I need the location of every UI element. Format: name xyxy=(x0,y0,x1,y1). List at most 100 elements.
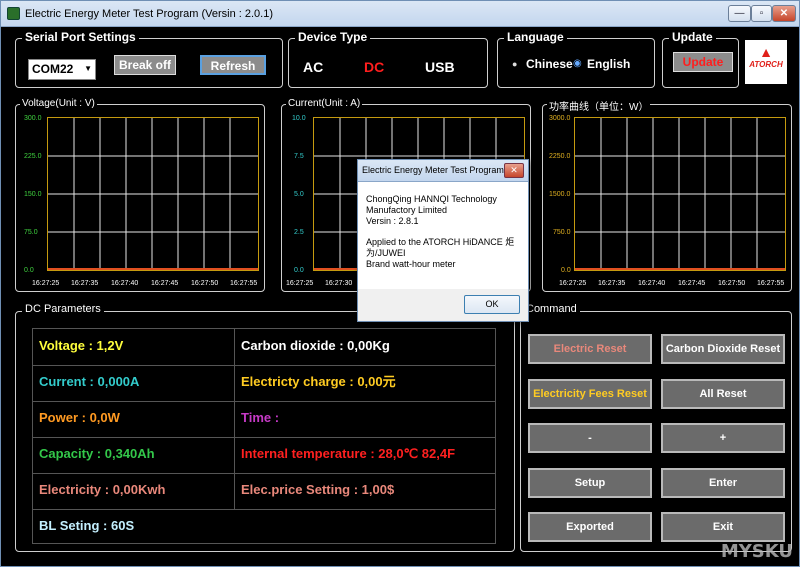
radio-chinese[interactable]: ● xyxy=(512,59,517,69)
device-dc[interactable]: DC xyxy=(364,59,384,75)
language-label: Language xyxy=(504,30,567,44)
voltage-xtick: 16:27:25 xyxy=(32,280,60,287)
power-chart: 功率曲线（单位：W） 3000.0 2250.0 1500.0 750.0 0.… xyxy=(542,98,792,292)
serial-port-label: Serial Port Settings xyxy=(22,30,139,44)
dialog-line: Versin : 2.8.1 xyxy=(366,216,419,226)
current-xtick: 16:27:25 xyxy=(286,280,314,287)
minimize-button[interactable]: — xyxy=(728,5,751,22)
logo-text: ATORCH xyxy=(749,60,783,69)
voltage-xtick: 16:27:35 xyxy=(71,280,99,287)
dialog-ok-button[interactable]: OK xyxy=(464,295,520,314)
electricity-value: Electricity : 0,00Kwh xyxy=(39,482,166,497)
power-grid xyxy=(575,118,785,270)
dc-parameter-table: Voltage : 1,2V Carbon dioxide : 0,00Kg C… xyxy=(32,328,496,544)
current-ytick: 2.5 xyxy=(294,229,304,236)
com-port-value: COM22 xyxy=(32,62,74,76)
plus-button[interactable]: + xyxy=(661,423,785,453)
power-chart-title: 功率曲线（单位：W） xyxy=(547,98,651,113)
capacity-value: Capacity : 0,340Ah xyxy=(39,446,155,461)
current-chart-title: Current(Unit : A) xyxy=(286,98,363,109)
update-label: Update xyxy=(669,30,716,44)
app-icon xyxy=(7,7,20,20)
current-ytick: 7.5 xyxy=(294,153,304,160)
exported-button[interactable]: Exported xyxy=(528,512,652,542)
title-bar: Electric Energy Meter Test Program (Vers… xyxy=(1,1,799,27)
electric-reset-button[interactable]: Electric Reset xyxy=(528,334,652,364)
voltage-ytick: 150.0 xyxy=(24,191,42,198)
watermark: MYSKU xyxy=(720,541,793,562)
temperature-value: Internal temperature : 28,0℃ 82,4F xyxy=(241,446,456,461)
dialog-line: Applied to the ATORCH HiDANCE 炬 xyxy=(366,237,515,247)
setup-button[interactable]: Setup xyxy=(528,468,652,498)
chinese-label: Chinese xyxy=(526,57,573,71)
power-ytick: 3000.0 xyxy=(549,115,571,122)
power-plot-area xyxy=(574,117,786,271)
co2-value: Carbon dioxide : 0,00Kg xyxy=(241,338,390,353)
close-button[interactable]: ✕ xyxy=(772,5,796,22)
voltage-ytick: 0.0 xyxy=(24,267,34,274)
update-button[interactable]: Update xyxy=(673,52,733,72)
dialog-title-bar: Electric Energy Meter Test Program ✕ xyxy=(358,160,528,182)
english-label: English xyxy=(587,57,631,71)
current-ytick: 10.0 xyxy=(292,115,306,122)
voltage-chart: Voltage(Unit : V) 300.0 225.0 150.0 75.0… xyxy=(15,98,265,292)
voltage-xtick: 16:27:55 xyxy=(230,280,258,287)
power-xtick: 16:27:25 xyxy=(559,280,587,287)
power-value: Power : 0,0W xyxy=(39,410,120,425)
voltage-ytick: 75.0 xyxy=(24,229,38,236)
refresh-button[interactable]: Refresh xyxy=(200,55,266,75)
serial-port-group: Serial Port Settings COM22 ▼ Break off R… xyxy=(15,30,283,88)
voltage-ytick: 300.0 xyxy=(24,115,42,122)
window-title: Electric Energy Meter Test Program (Vers… xyxy=(25,8,273,20)
exit-button[interactable]: Exit xyxy=(661,512,785,542)
current-ytick: 0.0 xyxy=(294,267,304,274)
power-xtick: 16:27:40 xyxy=(638,280,666,287)
time-value: Time : xyxy=(241,410,280,425)
voltage-value: Voltage : 1,2V xyxy=(39,338,124,353)
maximize-button[interactable]: ▫ xyxy=(751,5,772,22)
flame-icon: ▲ xyxy=(759,44,773,60)
about-dialog: Electric Energy Meter Test Program ✕ Cho… xyxy=(357,159,529,322)
device-ac[interactable]: AC xyxy=(303,59,323,75)
device-type-label: Device Type xyxy=(295,30,371,44)
co2-reset-button[interactable]: Carbon Dioxide Reset xyxy=(661,334,785,364)
current-xtick: 16:27:30 xyxy=(325,280,353,287)
current-ytick: 5.0 xyxy=(294,191,304,198)
device-usb[interactable]: USB xyxy=(425,59,455,75)
dialog-line: Manufactory Limited xyxy=(366,205,448,215)
power-xtick: 16:27:35 xyxy=(598,280,626,287)
power-xtick: 16:27:50 xyxy=(718,280,746,287)
voltage-xtick: 16:27:40 xyxy=(111,280,139,287)
break-off-button[interactable]: Break off xyxy=(114,55,176,75)
enter-button[interactable]: Enter xyxy=(661,468,785,498)
command-group: Command Electric Reset Carbon Dioxide Re… xyxy=(520,303,792,552)
voltage-grid xyxy=(48,118,258,270)
power-ytick: 750.0 xyxy=(553,229,571,236)
voltage-ytick: 225.0 xyxy=(24,153,42,160)
current-value: Current : 0,000A xyxy=(39,374,140,389)
update-group: Update Update xyxy=(662,30,739,88)
command-label: Command xyxy=(523,303,580,315)
voltage-xtick: 16:27:50 xyxy=(191,280,219,287)
dialog-body: ChongQing HANNQI Technology Manufactory … xyxy=(366,194,526,270)
voltage-chart-title: Voltage(Unit : V) xyxy=(20,98,97,109)
language-group: Language ● Chinese ◉ English xyxy=(497,30,655,88)
dc-parameters-label: DC Parameters xyxy=(22,303,104,315)
dialog-title: Electric Energy Meter Test Program xyxy=(362,165,504,175)
price-value: Elec.price Setting : 1,00$ xyxy=(241,482,395,497)
dialog-line: Brand watt-hour meter xyxy=(366,259,456,269)
voltage-plot-area xyxy=(47,117,259,271)
atorch-logo: ▲ ATORCH xyxy=(745,40,787,84)
fees-reset-button[interactable]: Electricity Fees Reset xyxy=(528,379,652,409)
main-window: Electric Energy Meter Test Program (Vers… xyxy=(0,0,800,567)
com-port-select[interactable]: COM22 ▼ xyxy=(28,59,96,80)
power-xtick: 16:27:45 xyxy=(678,280,706,287)
dialog-close-icon[interactable]: ✕ xyxy=(504,163,524,178)
power-ytick: 2250.0 xyxy=(549,153,571,160)
all-reset-button[interactable]: All Reset xyxy=(661,379,785,409)
chevron-down-icon: ▼ xyxy=(84,64,92,73)
dialog-line: 为/JUWEI xyxy=(366,248,406,258)
radio-english[interactable]: ◉ xyxy=(573,58,582,69)
device-type-group: Device Type AC DC USB xyxy=(288,30,488,88)
minus-button[interactable]: - xyxy=(528,423,652,453)
